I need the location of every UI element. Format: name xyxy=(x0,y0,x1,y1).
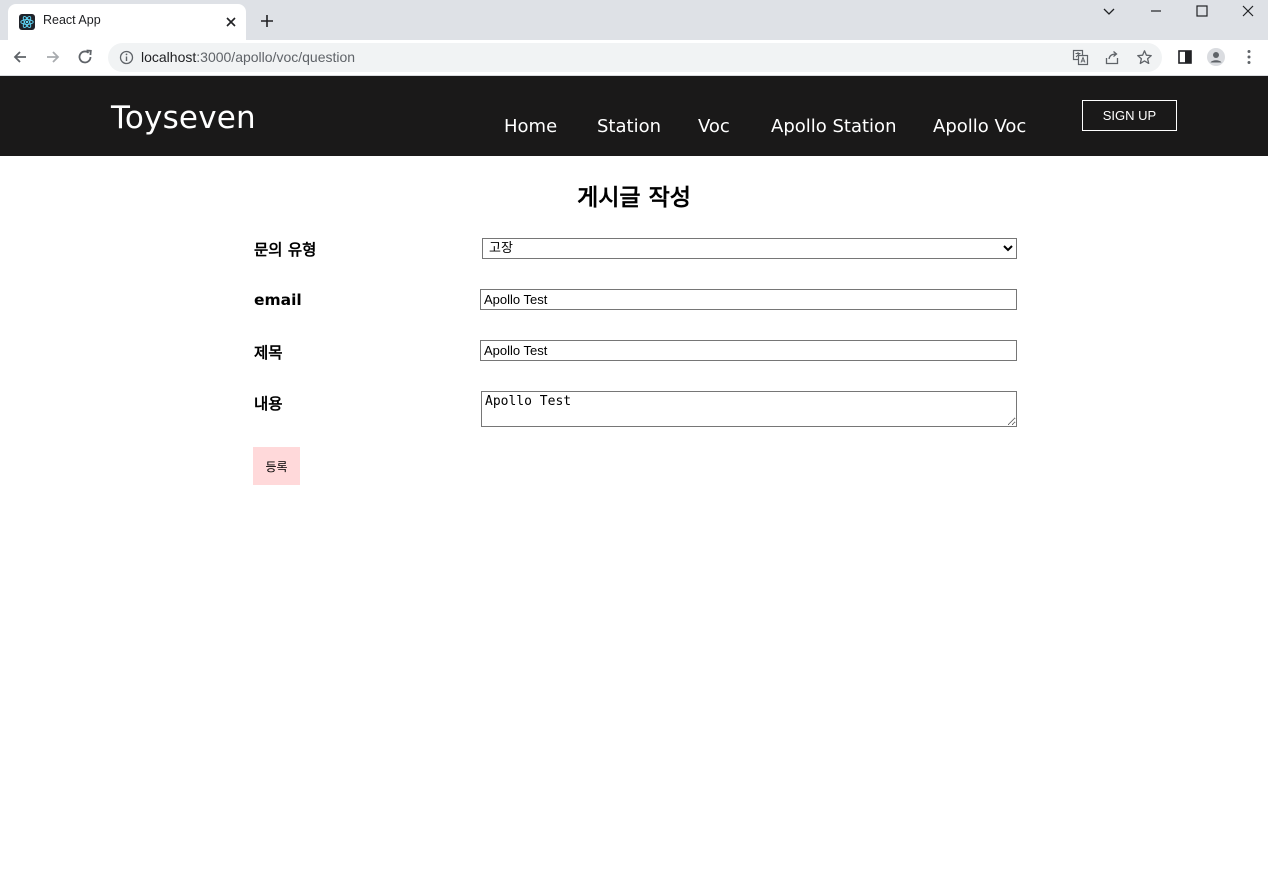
browser-tabstrip: React App xyxy=(0,0,1268,40)
translate-icon[interactable] xyxy=(1072,49,1089,66)
app-header: Toyseven Home Station Voc Apollo Station… xyxy=(0,76,1268,156)
side-panel-icon[interactable] xyxy=(1176,48,1194,66)
content-label: 내용 xyxy=(254,395,283,413)
reload-icon[interactable] xyxy=(76,48,94,66)
submit-button[interactable]: 등록 xyxy=(253,447,300,485)
email-field[interactable] xyxy=(480,289,1017,310)
subject-field[interactable] xyxy=(480,340,1017,361)
nav-station[interactable]: Station xyxy=(597,116,661,137)
sign-up-button[interactable]: SIGN UP xyxy=(1082,100,1177,131)
url-path: :3000/apollo/voc/question xyxy=(196,49,356,65)
subject-label: 제목 xyxy=(254,344,283,362)
share-icon[interactable] xyxy=(1104,49,1121,66)
email-label: email xyxy=(254,291,302,309)
page-title: 게시글 작성 xyxy=(577,185,691,211)
nav-apollo-station[interactable]: Apollo Station xyxy=(771,116,896,137)
bookmark-star-icon[interactable] xyxy=(1136,49,1153,66)
nav-apollo-voc[interactable]: Apollo Voc xyxy=(933,116,1026,137)
forward-arrow-icon[interactable] xyxy=(44,48,62,66)
browser-toolbar: localhost:3000/apollo/voc/question xyxy=(0,40,1268,76)
back-arrow-icon[interactable] xyxy=(11,48,29,66)
nav-home[interactable]: Home xyxy=(504,116,557,137)
profile-avatar-icon[interactable] xyxy=(1207,48,1225,66)
brand-logo[interactable]: Toyseven xyxy=(111,100,256,136)
content-textarea[interactable]: Apollo Test xyxy=(481,391,1017,427)
inquiry-type-label: 문의 유형 xyxy=(254,241,317,259)
info-icon[interactable] xyxy=(119,50,134,65)
chevron-down-icon[interactable] xyxy=(1102,4,1116,18)
nav-voc[interactable]: Voc xyxy=(698,116,730,137)
inquiry-type-select[interactable]: 고장 xyxy=(482,238,1017,259)
maximize-icon[interactable] xyxy=(1195,4,1209,18)
browser-tab[interactable]: React App xyxy=(8,4,246,40)
react-logo-icon xyxy=(19,14,35,30)
close-icon[interactable] xyxy=(224,15,238,29)
address-bar[interactable]: localhost:3000/apollo/voc/question xyxy=(108,43,1162,72)
kebab-menu-icon[interactable] xyxy=(1240,48,1258,66)
url-host: localhost xyxy=(141,49,197,65)
tab-title: React App xyxy=(43,13,101,27)
minimize-icon[interactable] xyxy=(1149,4,1163,18)
window-close-icon[interactable] xyxy=(1241,4,1255,18)
plus-icon[interactable] xyxy=(259,13,275,29)
url-text[interactable]: localhost:3000/apollo/voc/question xyxy=(141,49,355,65)
